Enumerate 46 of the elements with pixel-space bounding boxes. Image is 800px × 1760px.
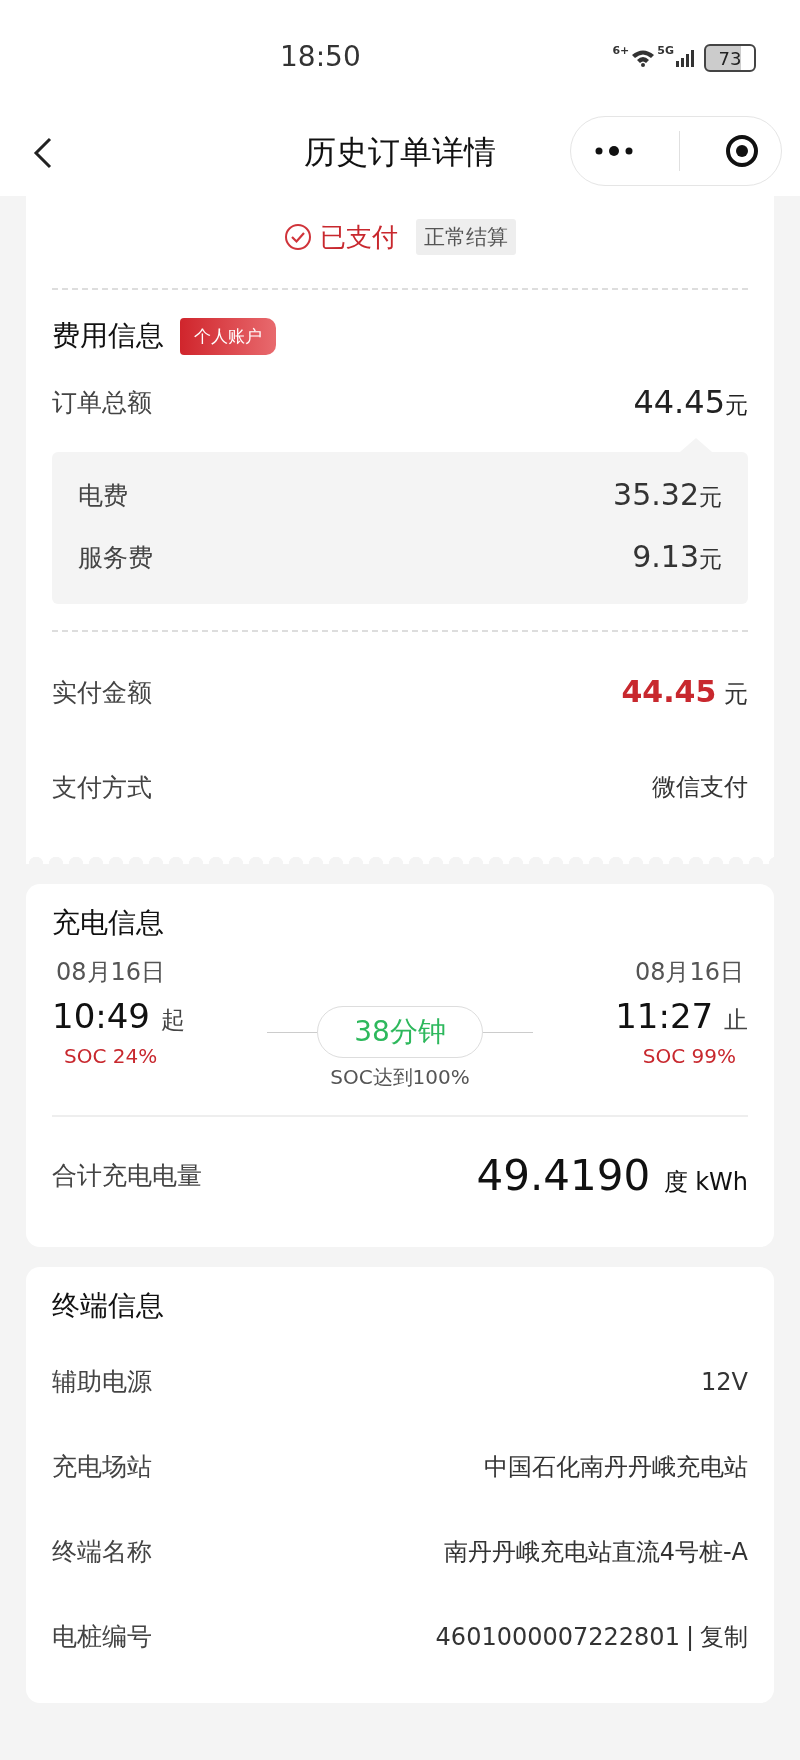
network-label: 5G	[657, 44, 674, 57]
fee-label: 电费	[78, 479, 128, 512]
energy-value: 49.4190 度 kWh	[476, 1150, 748, 1200]
info-label: 辅助电源	[52, 1366, 152, 1398]
payment-status: 已支付	[320, 220, 398, 254]
payment-method: 微信支付	[652, 772, 748, 803]
signal-icon	[676, 49, 696, 67]
paid-label: 实付金额	[52, 676, 152, 709]
fee-label: 服务费	[78, 541, 153, 574]
fee-amount: 35.32元	[613, 477, 722, 513]
info-value: 12V	[701, 1367, 748, 1396]
battery-icon: 73	[704, 44, 756, 72]
check-icon	[284, 223, 312, 251]
end-time: 11:27 止	[615, 996, 748, 1036]
end-date: 08月16日	[633, 957, 745, 988]
pile-number: 4601000007222801	[435, 1622, 680, 1651]
total-label: 订单总额	[52, 386, 152, 419]
start-soc: SOC 24%	[63, 1044, 159, 1068]
wifi-icon	[631, 49, 656, 67]
fee-amount: 9.13元	[632, 539, 722, 575]
start-time: 10:49 起	[52, 996, 185, 1036]
wifi-label: 6+	[612, 44, 630, 57]
account-badge: 个人账户	[180, 317, 276, 355]
info-label: 充电场站	[52, 1451, 152, 1483]
section-title: 充电信息	[52, 905, 165, 941]
close-icon[interactable]	[724, 134, 759, 168]
total-amount: 44.45元	[633, 383, 748, 421]
more-icon[interactable]	[593, 145, 634, 157]
back-icon[interactable]	[33, 137, 53, 169]
paid-amount: 44.45 元	[621, 674, 748, 710]
method-label: 支付方式	[52, 771, 152, 804]
info-label: 电桩编号	[52, 1621, 152, 1653]
section-title: 终端信息	[52, 1288, 165, 1324]
settlement-tag: 正常结算	[416, 219, 516, 255]
separator: |	[685, 1622, 694, 1651]
start-date: 08月16日	[55, 957, 167, 988]
energy-label: 合计充电电量	[52, 1159, 202, 1192]
info-label: 终端名称	[52, 1536, 152, 1568]
section-title: 费用信息	[52, 318, 164, 354]
info-value: 中国石化南丹丹峨充电站	[484, 1451, 748, 1483]
copy-link[interactable]: 复制	[700, 1620, 748, 1653]
info-value: 南丹丹峨充电站直流4号桩-A	[443, 1536, 748, 1568]
status-time: 18:50	[280, 40, 361, 73]
target-soc: SOC达到100%	[330, 1064, 470, 1091]
end-soc: SOC 99%	[641, 1044, 737, 1068]
page-title: 历史订单详情	[303, 132, 497, 173]
